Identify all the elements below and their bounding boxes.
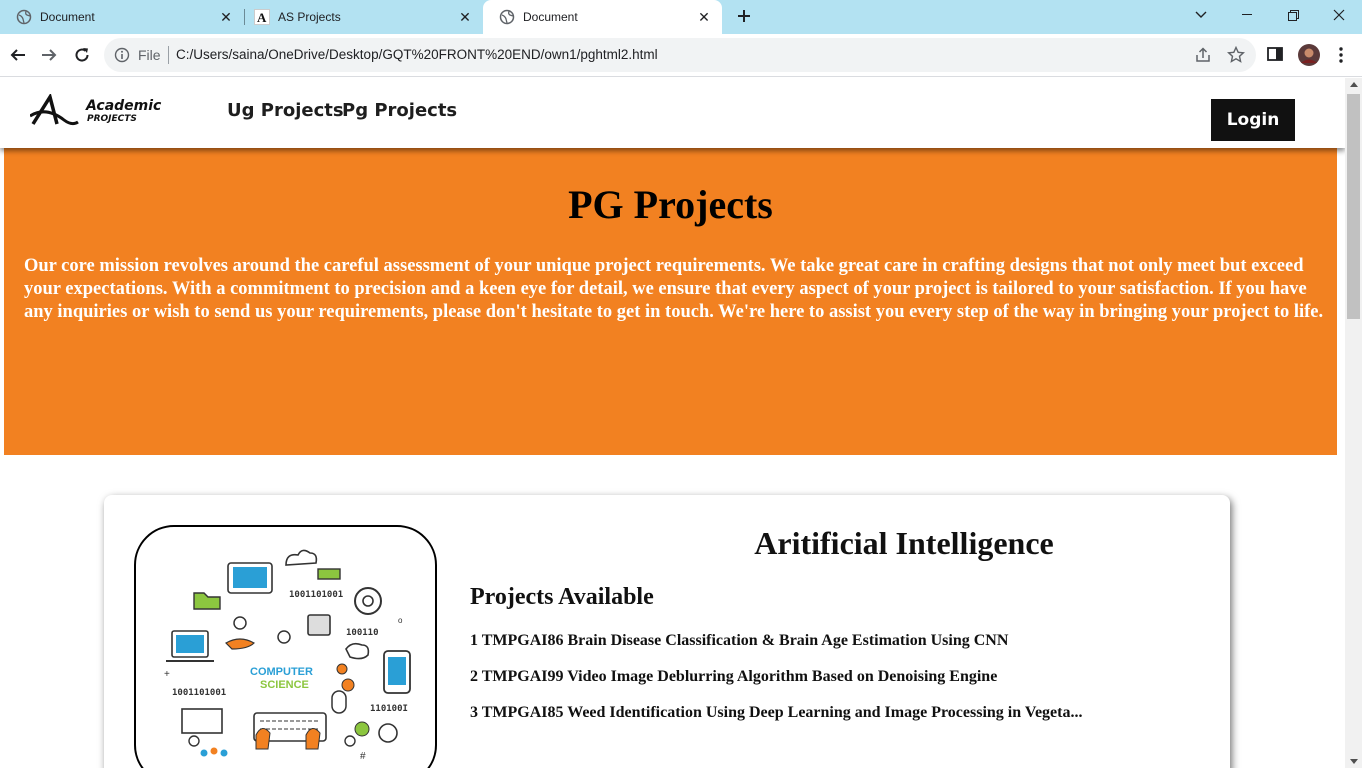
svg-text:100110: 100110 <box>346 628 379 638</box>
side-panel-icon[interactable] <box>1266 45 1286 65</box>
profile-avatar[interactable] <box>1297 43 1321 67</box>
close-icon[interactable]: ✕ <box>457 9 473 25</box>
scheme-label: File <box>138 47 161 63</box>
illustration-label-computer: COMPUTER <box>250 666 313 678</box>
globe-icon <box>16 9 32 25</box>
browser-tab-2[interactable]: A AS Projects ✕ <box>238 0 483 34</box>
browser-tab-3-active[interactable]: Document ✕ <box>483 0 722 34</box>
browser-tab-1[interactable]: Document ✕ <box>0 0 244 34</box>
close-window-icon[interactable] <box>1316 0 1362 30</box>
browser-tab-strip: Document ✕ A AS Projects ✕ Document ✕ <box>0 0 1362 34</box>
illustration-label-science: SCIENCE <box>260 679 309 691</box>
page-scrollbar[interactable] <box>1345 78 1362 768</box>
logo-subtext: PROJECTS <box>87 114 137 124</box>
svg-text:110100I: 110100I <box>370 704 408 714</box>
svg-text:1001101001: 1001101001 <box>172 688 226 698</box>
list-item[interactable]: 2 TMPGAI99 Video Image Deblurring Algori… <box>470 668 1230 704</box>
address-bar[interactable]: File C:/Users/saina/OneDrive/Desktop/GQT… <box>104 38 1256 72</box>
site-logo[interactable]: Academic PROJECTS <box>29 92 200 128</box>
svg-text:+: + <box>164 669 170 680</box>
more-menu-icon[interactable] <box>1331 45 1351 65</box>
svg-text:A: A <box>257 10 267 25</box>
computer-science-illustration: 1001101001 100110 1001101001 110100I COM… <box>134 525 437 768</box>
close-icon[interactable]: ✕ <box>696 9 712 25</box>
logo-wordmark: Academic <box>85 98 162 114</box>
svg-text:o: o <box>398 616 403 625</box>
page-viewport: Academic PROJECTS Ug Projects Pg Project… <box>0 78 1345 768</box>
minimize-icon[interactable] <box>1224 0 1270 30</box>
tab-title: Document <box>523 10 578 24</box>
hero-banner: PG Projects Our core mission revolves ar… <box>4 148 1337 455</box>
site-navbar: Academic PROJECTS Ug Projects Pg Project… <box>0 78 1345 148</box>
url-text[interactable]: C:/Users/saina/OneDrive/Desktop/GQT%20FR… <box>176 47 658 62</box>
browser-toolbar: File C:/Users/saina/OneDrive/Desktop/GQT… <box>0 34 1362 77</box>
svg-text:1001101001: 1001101001 <box>289 590 343 600</box>
share-icon[interactable] <box>1194 46 1212 64</box>
page-title: PG Projects <box>568 182 773 227</box>
close-icon[interactable]: ✕ <box>218 9 234 25</box>
restore-icon[interactable] <box>1270 0 1316 30</box>
category-title: Aritificial Intelligence <box>754 525 1054 561</box>
info-icon[interactable] <box>114 47 130 63</box>
svg-text:#: # <box>360 751 366 762</box>
list-item[interactable]: 1 TMPGAI86 Brain Disease Classification … <box>470 632 1230 668</box>
project-category-card: 1001101001 100110 1001101001 110100I COM… <box>104 495 1230 768</box>
globe-icon <box>499 9 515 25</box>
projects-available-heading: Projects Available <box>470 584 654 610</box>
scroll-up-arrow-icon[interactable] <box>1350 82 1358 87</box>
bookmark-star-icon[interactable] <box>1226 45 1246 64</box>
nav-pg-projects[interactable]: Pg Projects <box>342 100 457 121</box>
login-button[interactable]: Login <box>1211 99 1295 141</box>
project-list: 1 TMPGAI86 Brain Disease Classification … <box>470 632 1230 740</box>
site-logo-icon: A <box>254 9 270 25</box>
tab-search-chevron-icon[interactable] <box>1178 0 1224 30</box>
list-item[interactable]: 3 TMPGAI85 Weed Identification Using Dee… <box>470 704 1230 740</box>
back-arrow-icon[interactable] <box>5 42 31 68</box>
new-tab-plus-icon[interactable] <box>733 5 755 27</box>
tab-title: Document <box>40 10 95 24</box>
forward-arrow-icon[interactable] <box>36 42 62 68</box>
scroll-thumb[interactable] <box>1347 94 1360 319</box>
address-divider <box>168 46 169 64</box>
nav-ug-projects[interactable]: Ug Projects <box>227 100 344 121</box>
tab-title: AS Projects <box>278 10 341 24</box>
hero-description: Our core mission revolves around the car… <box>24 256 1324 322</box>
scroll-down-arrow-icon[interactable] <box>1350 759 1358 764</box>
reload-icon[interactable] <box>69 42 95 68</box>
